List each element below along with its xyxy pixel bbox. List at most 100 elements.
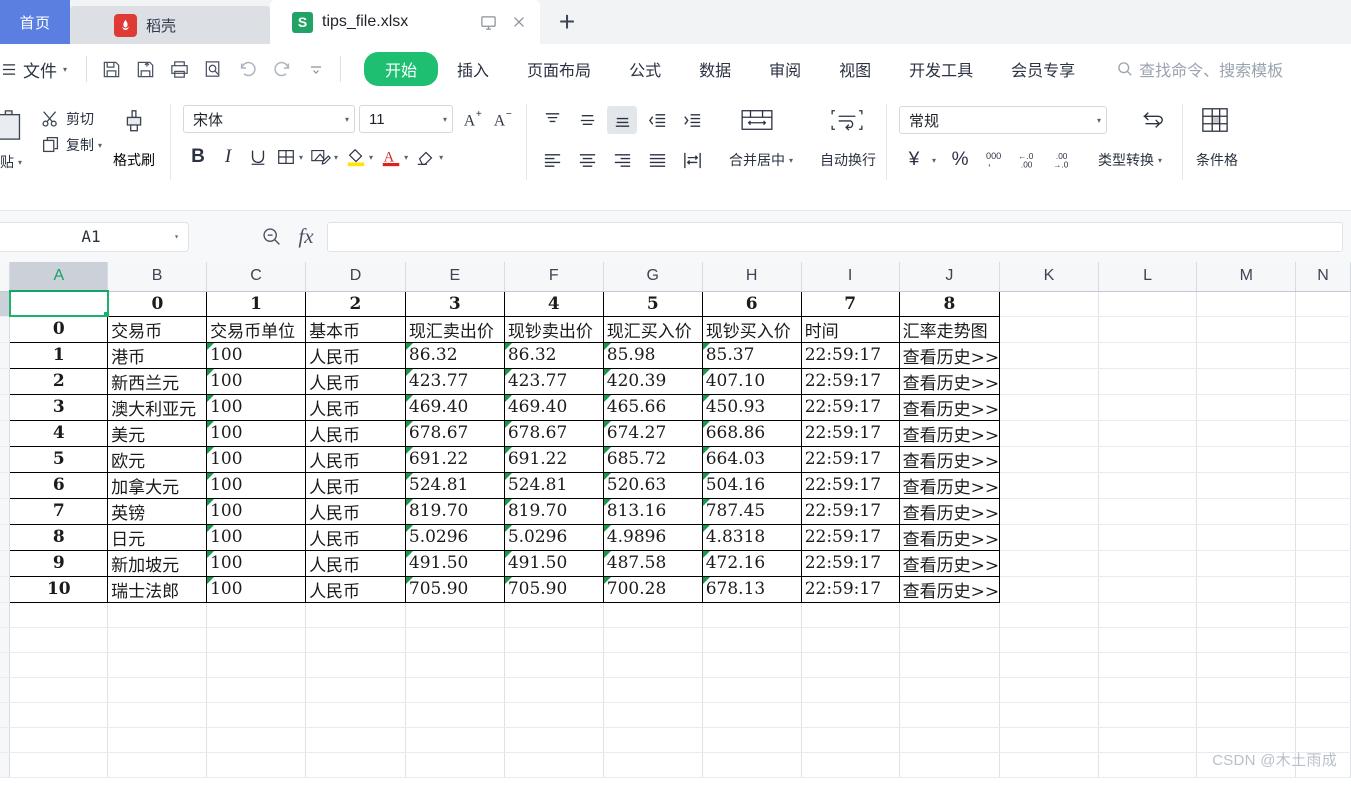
cell-k9[interactable]: [999, 498, 1099, 525]
cell-d14[interactable]: [305, 627, 406, 653]
monitor-icon[interactable]: [477, 11, 499, 33]
cell-d4[interactable]: 人民币: [305, 367, 406, 395]
column-header-j[interactable]: J: [899, 262, 1001, 292]
cell-e16[interactable]: [405, 677, 505, 703]
cell-m15[interactable]: [1196, 652, 1297, 678]
cell-i9[interactable]: 22:59:17: [800, 497, 900, 525]
cell-b18[interactable]: [107, 727, 208, 753]
cell-a2[interactable]: 0: [9, 315, 109, 343]
cell-a12[interactable]: 10: [9, 575, 109, 603]
docer-tab[interactable]: 稻壳: [70, 6, 270, 44]
cell-c17[interactable]: [206, 702, 307, 728]
cell-j6[interactable]: 查看历史>>: [898, 419, 1001, 447]
italic-button[interactable]: I: [213, 142, 243, 172]
cell-m6[interactable]: [1196, 420, 1297, 447]
cell-j7[interactable]: 查看历史>>: [898, 445, 1001, 473]
currency-chevron-down-icon[interactable]: ▾: [932, 156, 936, 165]
cell-i13[interactable]: [801, 602, 900, 628]
cell-f14[interactable]: [504, 627, 604, 653]
cell-i14[interactable]: [801, 627, 900, 653]
format-painter-button[interactable]: 格式刷: [105, 100, 163, 170]
customize-qat-icon[interactable]: [300, 54, 331, 85]
distribute-button[interactable]: [677, 146, 707, 174]
row-header-19[interactable]: [0, 752, 11, 778]
cell-h14[interactable]: [702, 627, 802, 653]
align-middle-button[interactable]: [572, 106, 602, 134]
column-header-g[interactable]: G: [603, 262, 703, 292]
cell-j5[interactable]: 查看历史>>: [898, 393, 1001, 421]
row-header-2[interactable]: [0, 316, 11, 343]
fill-chevron-down-icon[interactable]: ▾: [369, 153, 373, 162]
cell-b7[interactable]: 欧元: [107, 445, 208, 473]
table-row[interactable]: 8 日元 100 人民币 5.0296 5.0296 4.9896 4.8318 22:59:1…: [0, 523, 1351, 551]
row-header-18[interactable]: [0, 727, 11, 753]
cell-c4[interactable]: 100: [206, 367, 307, 395]
cell-b13[interactable]: [107, 602, 208, 628]
cell-a7[interactable]: 5: [9, 445, 109, 473]
cell-i1[interactable]: 7: [800, 290, 900, 317]
cell-j15[interactable]: [899, 652, 1001, 678]
cell-e9[interactable]: 819.70: [404, 497, 505, 525]
cell-j17[interactable]: [899, 702, 1001, 728]
text-effects-button[interactable]: [308, 142, 334, 172]
cell-d8[interactable]: 人民币: [305, 471, 406, 499]
cell-k6[interactable]: [999, 420, 1099, 447]
effects-chevron-down-icon[interactable]: ▾: [334, 153, 338, 162]
row-header-13[interactable]: [0, 602, 11, 628]
cell-i18[interactable]: [801, 727, 900, 753]
cell-h1[interactable]: 6: [701, 290, 802, 317]
cell-n12[interactable]: [1295, 576, 1351, 603]
table-row[interactable]: 5 欧元 100 人民币 691.22 691.22 685.72 664.03 22:59:1…: [0, 445, 1351, 473]
cell-i19[interactable]: [801, 752, 900, 778]
table-row[interactable]: 2 新西兰元 100 人民币 423.77 423.77 420.39 407.10 22:59…: [0, 367, 1351, 395]
cell-j3[interactable]: 查看历史>>: [898, 341, 1001, 369]
type-convert-button[interactable]: 类型转换 ▾: [1095, 148, 1165, 172]
cell-n15[interactable]: [1295, 652, 1351, 678]
cell-j2[interactable]: 汇率走势图: [898, 315, 1001, 343]
cell-f11[interactable]: 491.50: [503, 549, 604, 577]
cell-b19[interactable]: [107, 752, 208, 778]
cell-l19[interactable]: [1098, 752, 1198, 778]
table-row-empty[interactable]: [0, 627, 1351, 653]
cell-l7[interactable]: [1098, 446, 1198, 473]
paste-button[interactable]: 贴 ▾: [0, 100, 33, 174]
cell-h15[interactable]: [702, 652, 802, 678]
cell-b10[interactable]: 日元: [107, 523, 208, 551]
cell-a16[interactable]: [9, 677, 109, 703]
cell-j14[interactable]: [899, 627, 1001, 653]
cell-a1[interactable]: [8, 290, 109, 317]
cell-a10[interactable]: 8: [9, 523, 109, 551]
cell-h2[interactable]: 现钞买入价: [701, 315, 802, 343]
decrease-font-size-button[interactable]: A −: [489, 104, 519, 134]
cell-n5[interactable]: [1295, 394, 1351, 421]
cut-button[interactable]: 剪切: [37, 106, 97, 132]
table-row[interactable]: 0 交易币 交易币单位 基本币 现汇卖出价 现钞卖出价 现汇买入价 现钞买入价 时间 汇率走势图: [0, 315, 1351, 343]
cell-d12[interactable]: 人民币: [305, 575, 406, 603]
document-tab-tips-file[interactable]: S tips_file.xlsx: [270, 0, 540, 44]
cell-a19[interactable]: [9, 752, 109, 778]
align-top-button[interactable]: [537, 106, 567, 134]
cell-l8[interactable]: [1098, 472, 1198, 499]
cell-b11[interactable]: 新加坡元: [107, 549, 208, 577]
cell-l18[interactable]: [1098, 727, 1198, 753]
cell-d18[interactable]: [305, 727, 406, 753]
decrease-indent-button[interactable]: [642, 106, 672, 134]
row-header-8[interactable]: [0, 472, 11, 499]
borders-chevron-down-icon[interactable]: ▾: [299, 153, 303, 162]
cell-f16[interactable]: [504, 677, 604, 703]
cell-f8[interactable]: 524.81: [503, 471, 604, 499]
print-icon[interactable]: [164, 54, 195, 85]
ribbon-tab-formulas[interactable]: 公式: [610, 52, 680, 86]
thousands-separator-button[interactable]: 000,: [982, 145, 1012, 175]
cell-g11[interactable]: 487.58: [602, 549, 703, 577]
cell-a15[interactable]: [9, 652, 109, 678]
cell-h19[interactable]: [702, 752, 802, 778]
cell-k17[interactable]: [999, 702, 1099, 728]
search-command-box[interactable]: 查找命令、搜索模板: [1116, 57, 1283, 81]
cell-g14[interactable]: [603, 627, 703, 653]
cell-l14[interactable]: [1098, 627, 1198, 653]
cell-d17[interactable]: [305, 702, 406, 728]
align-center-button[interactable]: [572, 146, 602, 174]
cell-h3[interactable]: 85.37: [701, 341, 802, 369]
cell-b2[interactable]: 交易币: [107, 315, 208, 343]
